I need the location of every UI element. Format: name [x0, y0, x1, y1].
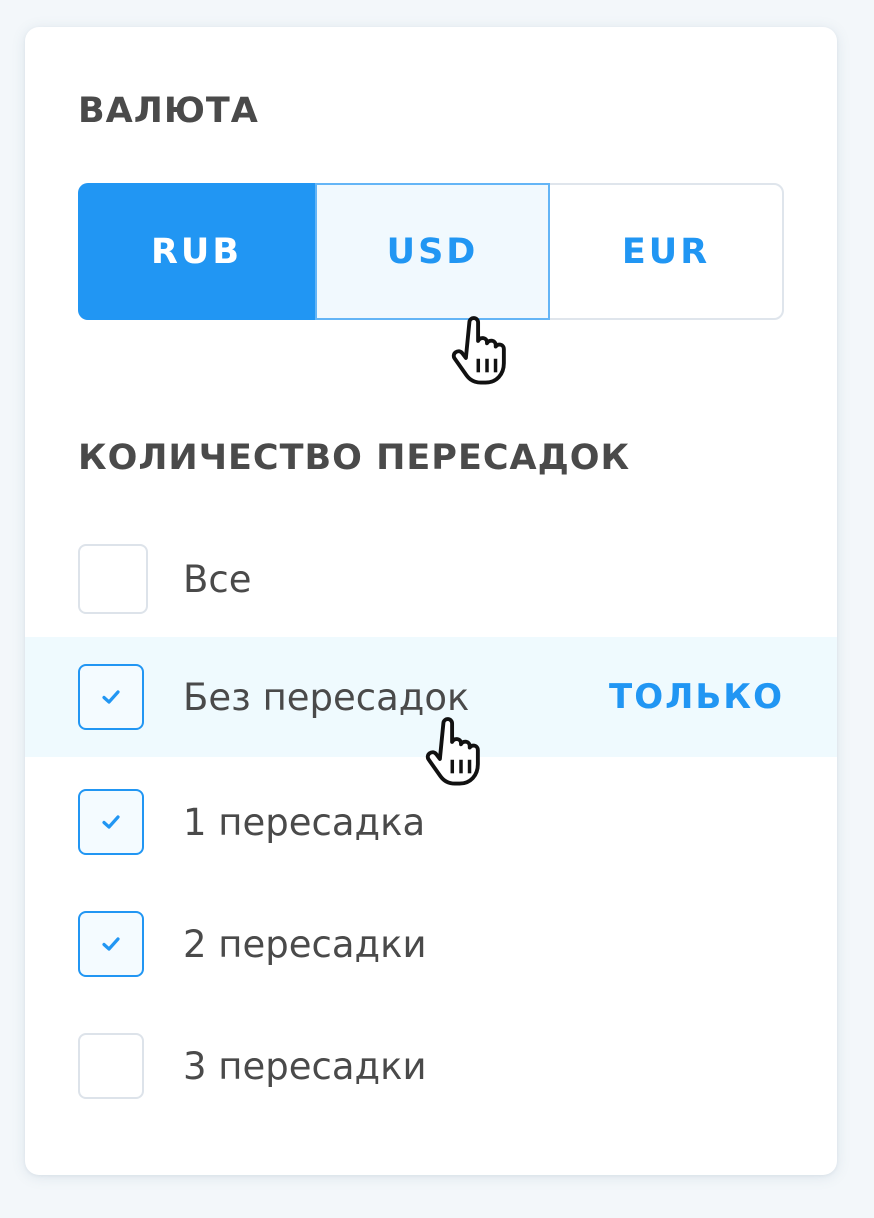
currency-button-rub[interactable]: RUB [78, 183, 315, 320]
checkmark-icon [102, 937, 120, 951]
hand-pointer-icon [451, 316, 506, 385]
checkbox-nonstop[interactable] [78, 664, 144, 730]
stops-option-2[interactable]: 2 пересадки [25, 884, 837, 1004]
currency-button-usd[interactable]: USD [315, 183, 550, 320]
option-label: Без пересадок [183, 675, 470, 719]
stops-section-title: КОЛИЧЕСТВО ПЕРЕСАДОК [78, 438, 631, 478]
currency-section-title: ВАЛЮТА [78, 91, 259, 131]
filter-panel: ВАЛЮТА RUB USD EUR КОЛИЧЕСТВО ПЕРЕСАДОК … [25, 27, 837, 1175]
checkbox-1-stop[interactable] [78, 789, 144, 855]
currency-selector: RUB USD EUR [78, 183, 784, 320]
option-label: Все [183, 557, 252, 601]
checkmark-icon [102, 690, 120, 704]
checkmark-icon [102, 815, 120, 829]
stops-option-3[interactable]: 3 пересадки [25, 1006, 837, 1126]
option-label: 2 пересадки [183, 922, 427, 966]
currency-button-eur[interactable]: EUR [550, 185, 782, 318]
checkbox-2-stops[interactable] [78, 911, 144, 977]
option-label: 1 пересадка [183, 800, 426, 844]
stops-option-all[interactable]: Все [25, 519, 837, 639]
only-link[interactable]: ТОЛЬКО [609, 677, 784, 717]
option-label: 3 пересадки [183, 1044, 427, 1088]
checkbox-3-stops[interactable] [78, 1033, 144, 1099]
stops-option-nonstop[interactable]: Без пересадок ТОЛЬКО [25, 637, 837, 757]
checkbox-all[interactable] [78, 544, 148, 614]
stops-option-1[interactable]: 1 пересадка [25, 762, 837, 882]
